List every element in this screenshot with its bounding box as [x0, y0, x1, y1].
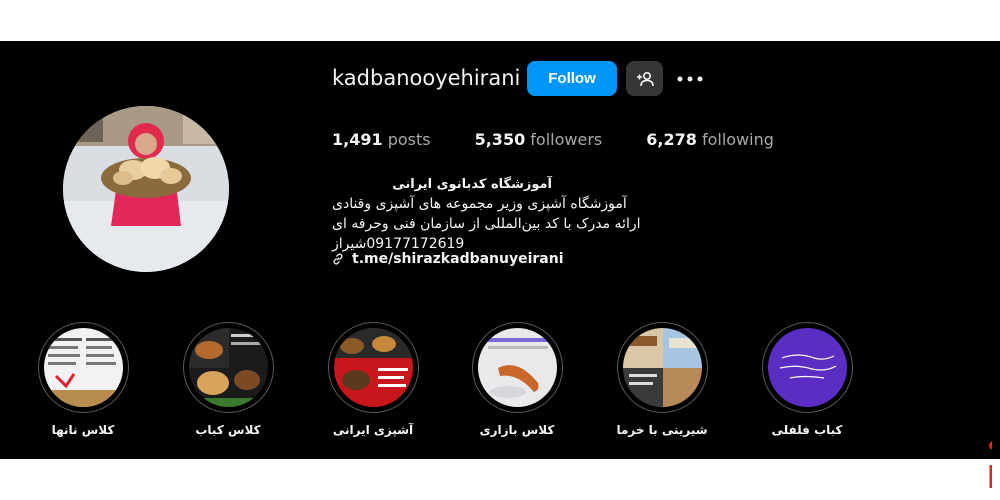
followers-label: followers — [530, 130, 603, 149]
svg-text:کارا: کارا — [987, 461, 992, 496]
bio-name: آموزشگاه کدبانوی ایرانی — [392, 177, 552, 192]
posts-label: posts — [387, 130, 431, 149]
highlight-label: کلاس بازاری — [479, 423, 555, 437]
highlight-ring — [327, 322, 419, 413]
avatar-photo — [63, 106, 229, 272]
highlight-ring — [182, 322, 274, 413]
stat-following[interactable]: 6,278 following — [646, 130, 774, 149]
highlight-item[interactable]: آشپزی ایرانی — [313, 322, 433, 437]
highlight-ring — [761, 322, 853, 413]
highlight-item[interactable]: کلاس کباب — [168, 322, 288, 437]
followers-count: 5,350 — [474, 130, 526, 149]
highlight-label: کباب فلفلی — [771, 423, 843, 437]
follow-button[interactable]: Follow — [527, 61, 617, 96]
stat-posts[interactable]: 1,491 posts — [332, 130, 431, 149]
highlight-item[interactable]: شیرینی با خرما — [602, 322, 722, 437]
highlight-thumbnail — [622, 328, 702, 407]
highlight-thumbnail — [188, 328, 268, 407]
following-label: following — [701, 130, 774, 149]
link-icon — [333, 253, 343, 265]
profile-username: kadbanooyehirani — [332, 66, 521, 90]
bio-text: آموزشگاه آشپزی وزیر مجموعه های آشپزی وقن… — [332, 194, 652, 254]
bio-link-text: t.me/shirazkadbanuyeirani — [352, 251, 564, 267]
highlight-item[interactable]: کلاس نانها — [23, 322, 143, 437]
highlight-label: کلاس نانها — [51, 423, 115, 437]
highlight-item[interactable]: کلاس بازاری — [457, 322, 577, 437]
highlight-ring — [471, 322, 563, 413]
highlight-label: شیرینی با خرما — [616, 423, 708, 437]
bio-link[interactable]: t.me/shirazkadbanuyeirani — [332, 251, 564, 267]
profile-avatar[interactable] — [63, 106, 229, 272]
highlight-ring — [37, 322, 129, 413]
highlight-item[interactable]: کباب فلفلی — [747, 322, 867, 437]
person-add-icon — [636, 71, 654, 86]
suggest-accounts-button[interactable] — [626, 61, 663, 96]
posts-count: 1,491 — [332, 130, 383, 149]
bio-line: آموزشگاه آشپزی وزیر مجموعه های آشپزی وقن… — [332, 196, 627, 212]
highlight-thumbnail — [767, 328, 847, 407]
highlight-thumbnail — [477, 328, 557, 407]
more-horizontal-icon — [677, 76, 703, 82]
highlight-label: کلاس کباب — [195, 423, 261, 437]
highlight-thumbnail — [333, 328, 413, 407]
bio-line: ارائه مدرک با کد بین‌المللی از سازمان فن… — [332, 216, 641, 232]
stat-followers[interactable]: 5,350 followers — [475, 130, 603, 149]
svg-text:کافه: کافه — [987, 423, 992, 458]
highlight-thumbnail — [43, 328, 123, 407]
more-options-button[interactable] — [676, 66, 704, 92]
highlight-label: آشپزی ایرانی — [332, 423, 414, 437]
cafe-kara-logo: کافه کارا — [987, 423, 992, 496]
following-count: 6,278 — [646, 130, 697, 149]
profile-stats: 1,491 posts 5,350 followers 6,278 follow… — [332, 130, 818, 149]
highlight-ring — [616, 322, 708, 413]
